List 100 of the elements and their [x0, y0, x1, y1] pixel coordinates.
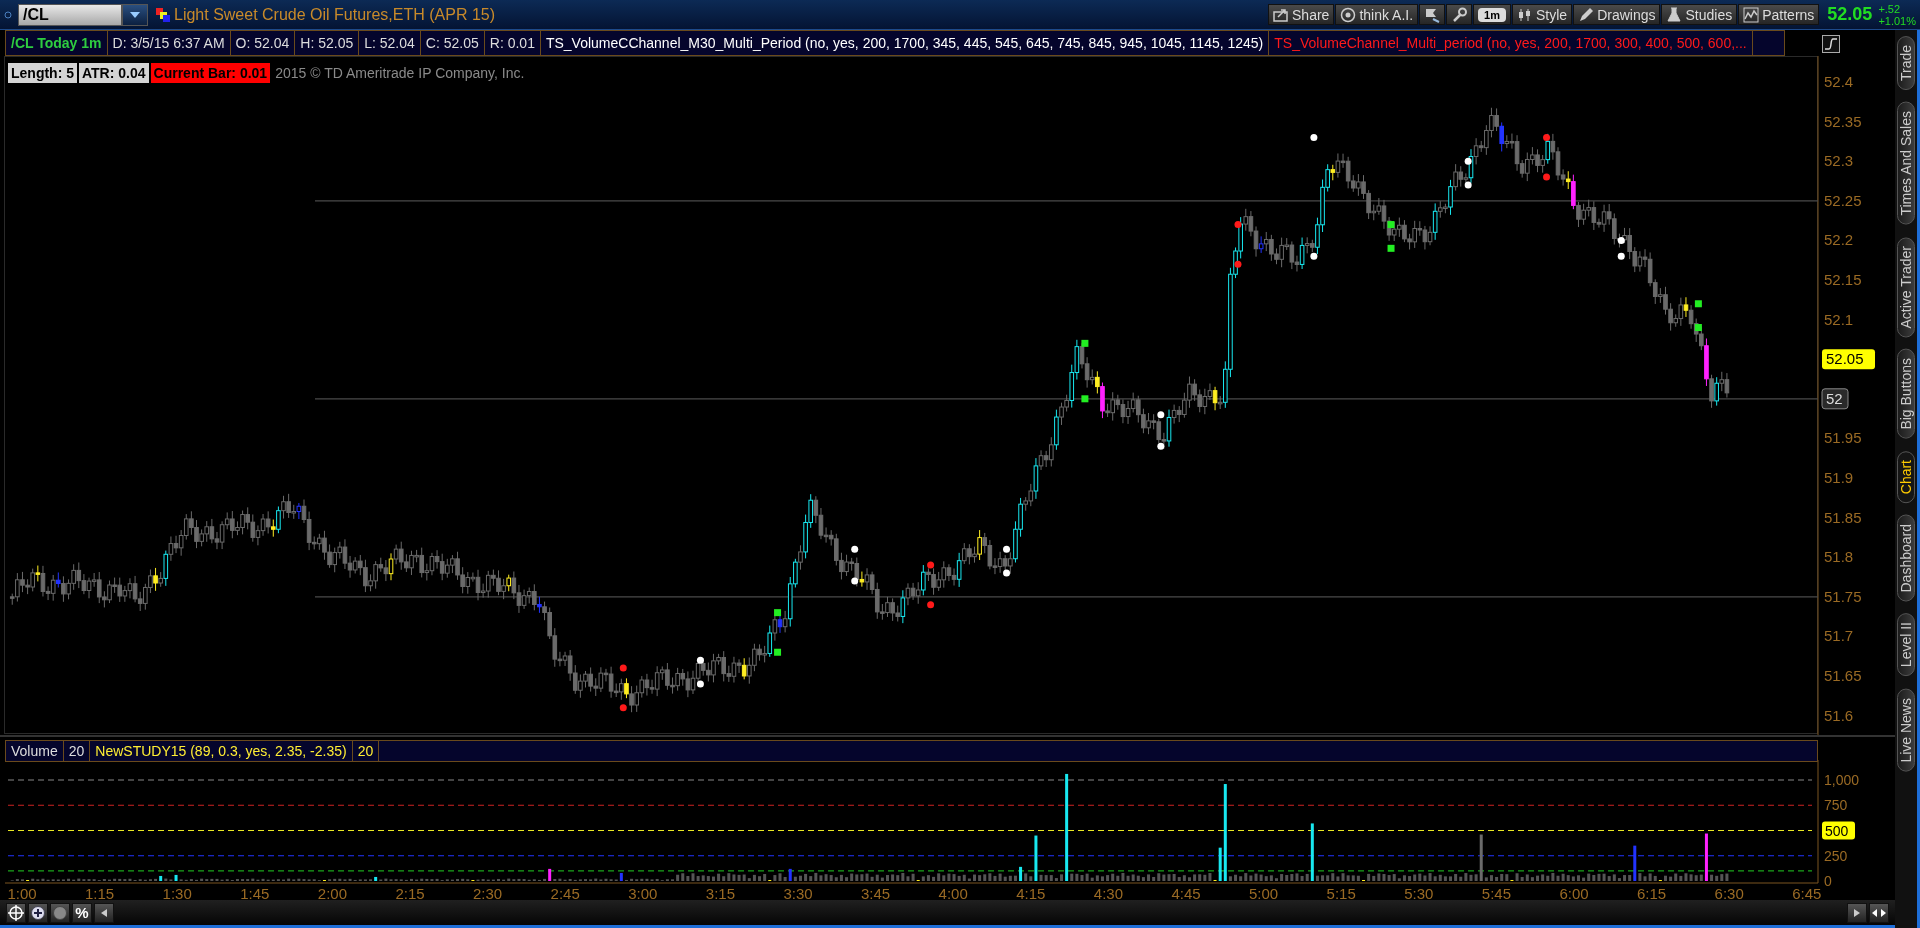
time-axis-label: 2:15	[395, 885, 425, 900]
volume-axis-label: 1,000	[1824, 772, 1860, 788]
toolbar-button[interactable]: Drawings	[1573, 4, 1661, 25]
zoom-in-icon	[30, 904, 46, 921]
time-axis-label: 6:15	[1637, 885, 1667, 900]
side-tab[interactable]: Dashboard	[1897, 514, 1915, 602]
scroll-left-button[interactable]	[94, 902, 114, 923]
last-price-label: 52.05	[1822, 349, 1875, 370]
time-axis-label: 5:45	[1481, 885, 1511, 900]
time-axis-label: 4:00	[938, 885, 968, 900]
chart-icon	[1743, 6, 1760, 23]
volume-axis-label: 750	[1824, 797, 1848, 814]
time-axis-label: 1:00	[7, 885, 37, 900]
crosshair-icon	[8, 904, 24, 921]
price-axis-label: 51.95	[1824, 429, 1862, 447]
time-axis-label: 2:30	[473, 885, 503, 900]
price-axis-label: 51.8	[1824, 548, 1854, 566]
study-label[interactable]: TS_VolumeChannel_Multi_period (no, yes, 200, 1700, 300, 400, 500, 600,...	[1269, 31, 1753, 55]
candles-icon	[1517, 6, 1533, 23]
toolbar-button[interactable]: Style	[1512, 4, 1573, 25]
left-arrow-icon	[100, 907, 108, 918]
pencil-icon	[1578, 6, 1595, 23]
price-axis-label: 52.3	[1824, 152, 1854, 170]
time-axis-label: 5:30	[1404, 885, 1434, 900]
time-axis-label: 6:45	[1792, 885, 1822, 900]
study-label: Volume	[6, 741, 64, 761]
study-label[interactable]: TS_VolumeCChannel_M30_Multi_Period (no, yes, 200, 1700, 345, 445, 545, 645, 745, 845, 945, 1045, 1145, 1245)	[540, 31, 1270, 55]
price-axis-label: 52.1	[1824, 310, 1854, 328]
side-tab[interactable]: Big Buttons	[1897, 349, 1915, 439]
toolbar-button[interactable]: Patterns	[1738, 4, 1820, 25]
toolbar-button[interactable]: Share	[1268, 4, 1335, 25]
side-tab[interactable]: Live News	[1897, 688, 1915, 772]
toolbar-button[interactable]: Studies	[1661, 4, 1738, 25]
curve-icon[interactable]	[1822, 35, 1840, 53]
percent-change: +1.01%	[1878, 14, 1916, 27]
study-label: 20	[63, 741, 91, 761]
symbol-field[interactable]: /CL	[18, 3, 122, 26]
time-axis-label: 3:30	[783, 885, 813, 900]
double-arrow-icon	[1871, 907, 1887, 918]
ohlc-field: O: 52.04	[230, 31, 296, 55]
volume-level-label: 500	[1822, 821, 1855, 840]
price-axis-label: 52.4	[1824, 73, 1854, 90]
side-tab[interactable]: Chart	[1897, 450, 1915, 503]
time-axis-label: 5:00	[1249, 885, 1279, 900]
legend-badge: Length: 5	[8, 63, 77, 83]
zoom-out-icon	[52, 904, 68, 921]
price-axis-label: 51.75	[1824, 587, 1862, 605]
study-label: 20	[352, 741, 380, 761]
legend-badge: Current Bar: 0.01	[150, 63, 271, 83]
time-axis-label: 1:45	[240, 885, 270, 900]
flag-button[interactable]	[1419, 4, 1446, 25]
chart-label: /CL Today 1m	[6, 31, 108, 55]
dropdown-button[interactable]	[122, 3, 148, 26]
side-tab[interactable]: Active Trader	[1897, 236, 1915, 338]
price-axis-label: 51.65	[1824, 667, 1862, 684]
side-tab[interactable]: Trade	[1897, 36, 1915, 91]
ohlc-field: D: 3/5/15 6:37 AM	[107, 31, 231, 55]
zoom-in-button[interactable]	[28, 902, 48, 923]
price-axis-label: 51.9	[1824, 469, 1854, 486]
instrument-title: Light Sweet Crude Oil Futures,ETH (APR 15)	[174, 5, 495, 24]
legend-badge: ATR: 0.04	[79, 63, 149, 83]
time-axis-label: 2:00	[317, 885, 347, 900]
time-axis-label: 6:00	[1559, 885, 1589, 900]
price-level-label: 52	[1821, 388, 1849, 410]
share-icon	[1273, 6, 1290, 23]
expand-button[interactable]	[1869, 902, 1889, 923]
circle-icon	[4, 10, 12, 19]
ohlc-field: L: 52.04	[359, 31, 421, 55]
time-axis-label: 3:00	[628, 885, 658, 900]
volume-axis-label: 250	[1824, 847, 1848, 864]
ohlc-field: C: 52.05	[420, 31, 485, 55]
percent-button[interactable]: %	[72, 902, 92, 923]
side-tab[interactable]: Times And Sales	[1897, 102, 1915, 225]
copyright-text: 2015 © TD Ameritrade IP Company, Inc.	[274, 64, 526, 83]
scroll-right-button[interactable]	[1847, 902, 1867, 923]
caret-icon	[129, 9, 141, 20]
time-axis-label: 1:15	[85, 885, 115, 900]
time-axis-label: 5:15	[1326, 885, 1356, 900]
interval-button[interactable]: 1m	[1473, 4, 1511, 25]
price-axis-label: 51.6	[1824, 706, 1854, 724]
price-axis-label: 52.35	[1824, 112, 1862, 130]
volume-axis-label: 0	[1824, 873, 1832, 889]
price-axis-label: 52.15	[1824, 271, 1862, 288]
price-axis-label: 52.25	[1824, 191, 1862, 209]
squares-icon	[156, 7, 170, 22]
ohlc-field: H: 52.05	[295, 31, 360, 55]
crosshair-button[interactable]	[6, 902, 26, 923]
price-axis-label: 51.85	[1824, 508, 1862, 526]
time-axis-label: 6:30	[1714, 885, 1744, 900]
price-change: +.52	[1878, 2, 1902, 15]
zoom-out-button[interactable]	[50, 902, 70, 923]
side-tab[interactable]: Level II	[1897, 613, 1915, 677]
flask-icon	[1666, 6, 1683, 23]
time-axis-label: 2:45	[550, 885, 580, 900]
toolbar-button[interactable]: think A.I.	[1335, 4, 1419, 25]
price-axis-label: 51.7	[1824, 627, 1854, 645]
last-price: 52.05	[1827, 4, 1873, 25]
study-label: NewSTUDY15 (89, 0.3, yes, 2.35, -2.35)	[90, 741, 353, 761]
flag-icon	[1424, 6, 1441, 23]
time-axis-label: 4:45	[1171, 885, 1201, 900]
